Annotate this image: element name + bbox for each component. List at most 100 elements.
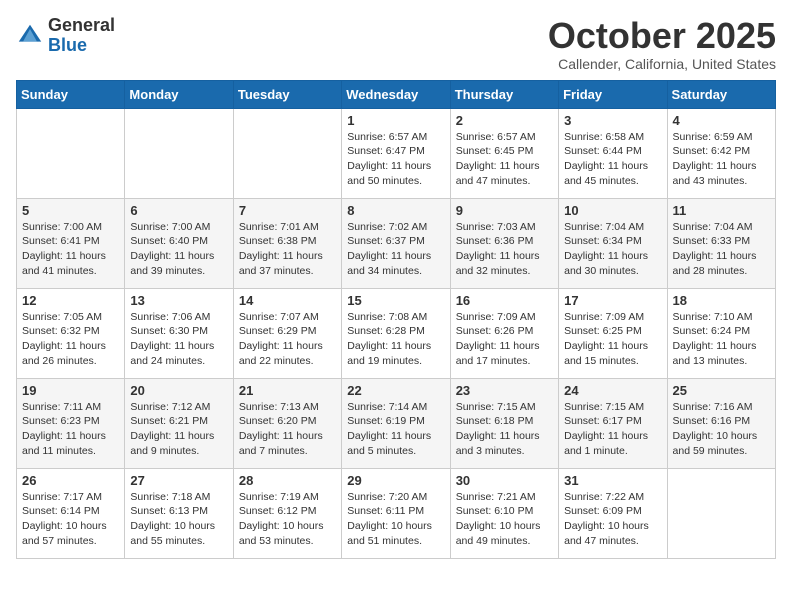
day-header-wednesday: Wednesday (342, 80, 450, 108)
day-number: 15 (347, 293, 444, 308)
day-info: Sunrise: 7:02 AM Sunset: 6:37 PM Dayligh… (347, 220, 444, 279)
calendar-week-1: 1 Sunrise: 6:57 AM Sunset: 6:47 PM Daylig… (17, 108, 776, 198)
calendar-cell: 8 Sunrise: 7:02 AM Sunset: 6:37 PM Daylig… (342, 198, 450, 288)
day-info: Sunrise: 7:18 AM Sunset: 6:13 PM Dayligh… (130, 490, 227, 549)
day-info: Sunrise: 7:12 AM Sunset: 6:21 PM Dayligh… (130, 400, 227, 459)
calendar-cell: 1 Sunrise: 6:57 AM Sunset: 6:47 PM Daylig… (342, 108, 450, 198)
day-info: Sunrise: 7:05 AM Sunset: 6:32 PM Dayligh… (22, 310, 119, 369)
calendar-cell: 16Sunrise: 7:09 AM Sunset: 6:26 PM Dayli… (450, 288, 558, 378)
calendar-cell: 5Sunrise: 7:00 AM Sunset: 6:41 PM Daylig… (17, 198, 125, 288)
day-number: 9 (456, 203, 553, 218)
calendar-cell: 4 Sunrise: 6:59 AM Sunset: 6:42 PM Daylig… (667, 108, 775, 198)
day-info: Sunrise: 7:19 AM Sunset: 6:12 PM Dayligh… (239, 490, 336, 549)
day-info: Sunrise: 7:04 AM Sunset: 6:34 PM Dayligh… (564, 220, 661, 279)
calendar-cell: 18Sunrise: 7:10 AM Sunset: 6:24 PM Dayli… (667, 288, 775, 378)
day-info: Sunrise: 7:01 AM Sunset: 6:38 PM Dayligh… (239, 220, 336, 279)
calendar-cell (667, 468, 775, 558)
title-block: October 2025 Callender, California, Unit… (548, 16, 776, 72)
day-number: 20 (130, 383, 227, 398)
day-info: Sunrise: 6:59 AM Sunset: 6:42 PM Dayligh… (673, 130, 770, 189)
day-info: Sunrise: 7:21 AM Sunset: 6:10 PM Dayligh… (456, 490, 553, 549)
calendar-cell (125, 108, 233, 198)
calendar-cell: 12 Sunrise: 7:05 AM Sunset: 6:32 PM Dayli… (17, 288, 125, 378)
day-header-monday: Monday (125, 80, 233, 108)
day-info: Sunrise: 7:20 AM Sunset: 6:11 PM Dayligh… (347, 490, 444, 549)
day-number: 28 (239, 473, 336, 488)
logo: General Blue (16, 16, 115, 56)
day-info: Sunrise: 6:58 AM Sunset: 6:44 PM Dayligh… (564, 130, 661, 189)
day-info: Sunrise: 7:11 AM Sunset: 6:23 PM Dayligh… (22, 400, 119, 459)
calendar-cell: 22 Sunrise: 7:14 AM Sunset: 6:19 PM Dayli… (342, 378, 450, 468)
calendar-week-3: 12 Sunrise: 7:05 AM Sunset: 6:32 PM Dayli… (17, 288, 776, 378)
day-number: 6 (130, 203, 227, 218)
day-info: Sunrise: 7:17 AM Sunset: 6:14 PM Dayligh… (22, 490, 119, 549)
calendar-cell: 19 Sunrise: 7:11 AM Sunset: 6:23 PM Dayli… (17, 378, 125, 468)
day-number: 14 (239, 293, 336, 308)
calendar-cell (17, 108, 125, 198)
day-info: Sunrise: 7:22 AM Sunset: 6:09 PM Dayligh… (564, 490, 661, 549)
day-info: Sunrise: 7:00 AM Sunset: 6:40 PM Dayligh… (130, 220, 227, 279)
calendar-cell: 24Sunrise: 7:15 AM Sunset: 6:17 PM Dayli… (559, 378, 667, 468)
calendar-cell: 30 Sunrise: 7:21 AM Sunset: 6:10 PM Dayli… (450, 468, 558, 558)
day-number: 3 (564, 113, 661, 128)
day-number: 1 (347, 113, 444, 128)
calendar-cell: 14 Sunrise: 7:07 AM Sunset: 6:29 PM Dayli… (233, 288, 341, 378)
day-header-saturday: Saturday (667, 80, 775, 108)
day-info: Sunrise: 7:08 AM Sunset: 6:28 PM Dayligh… (347, 310, 444, 369)
calendar-cell: 28 Sunrise: 7:19 AM Sunset: 6:12 PM Dayli… (233, 468, 341, 558)
calendar-week-4: 19 Sunrise: 7:11 AM Sunset: 6:23 PM Dayli… (17, 378, 776, 468)
calendar-cell: 25Sunrise: 7:16 AM Sunset: 6:16 PM Dayli… (667, 378, 775, 468)
calendar-cell: 10 Sunrise: 7:04 AM Sunset: 6:34 PM Dayli… (559, 198, 667, 288)
logo-icon (16, 22, 44, 50)
day-header-friday: Friday (559, 80, 667, 108)
day-header-thursday: Thursday (450, 80, 558, 108)
day-info: Sunrise: 7:00 AM Sunset: 6:41 PM Dayligh… (22, 220, 119, 279)
calendar-cell: 6 Sunrise: 7:00 AM Sunset: 6:40 PM Daylig… (125, 198, 233, 288)
day-number: 13 (130, 293, 227, 308)
day-number: 27 (130, 473, 227, 488)
calendar-cell: 15 Sunrise: 7:08 AM Sunset: 6:28 PM Dayli… (342, 288, 450, 378)
day-number: 8 (347, 203, 444, 218)
day-info: Sunrise: 7:09 AM Sunset: 6:26 PM Dayligh… (456, 310, 553, 369)
day-info: Sunrise: 7:07 AM Sunset: 6:29 PM Dayligh… (239, 310, 336, 369)
day-info: Sunrise: 7:04 AM Sunset: 6:33 PM Dayligh… (673, 220, 770, 279)
day-number: 24 (564, 383, 661, 398)
calendar-cell: 20 Sunrise: 7:12 AM Sunset: 6:21 PM Dayli… (125, 378, 233, 468)
logo-text: General Blue (48, 16, 115, 56)
day-header-tuesday: Tuesday (233, 80, 341, 108)
day-info: Sunrise: 7:13 AM Sunset: 6:20 PM Dayligh… (239, 400, 336, 459)
day-number: 19 (22, 383, 119, 398)
day-info: Sunrise: 7:06 AM Sunset: 6:30 PM Dayligh… (130, 310, 227, 369)
day-number: 22 (347, 383, 444, 398)
calendar-cell: 13 Sunrise: 7:06 AM Sunset: 6:30 PM Dayli… (125, 288, 233, 378)
day-number: 26 (22, 473, 119, 488)
day-number: 12 (22, 293, 119, 308)
calendar-week-2: 5Sunrise: 7:00 AM Sunset: 6:41 PM Daylig… (17, 198, 776, 288)
day-number: 10 (564, 203, 661, 218)
calendar-cell: 3 Sunrise: 6:58 AM Sunset: 6:44 PM Daylig… (559, 108, 667, 198)
day-number: 23 (456, 383, 553, 398)
day-info: Sunrise: 7:09 AM Sunset: 6:25 PM Dayligh… (564, 310, 661, 369)
day-info: Sunrise: 7:14 AM Sunset: 6:19 PM Dayligh… (347, 400, 444, 459)
calendar-cell: 17Sunrise: 7:09 AM Sunset: 6:25 PM Dayli… (559, 288, 667, 378)
calendar-cell (233, 108, 341, 198)
day-number: 30 (456, 473, 553, 488)
day-info: Sunrise: 7:10 AM Sunset: 6:24 PM Dayligh… (673, 310, 770, 369)
calendar-cell: 11 Sunrise: 7:04 AM Sunset: 6:33 PM Dayli… (667, 198, 775, 288)
day-info: Sunrise: 7:03 AM Sunset: 6:36 PM Dayligh… (456, 220, 553, 279)
calendar-cell: 23 Sunrise: 7:15 AM Sunset: 6:18 PM Dayli… (450, 378, 558, 468)
day-header-sunday: Sunday (17, 80, 125, 108)
day-number: 11 (673, 203, 770, 218)
calendar-cell: 9 Sunrise: 7:03 AM Sunset: 6:36 PM Daylig… (450, 198, 558, 288)
page-header: General Blue October 2025 Callender, Cal… (16, 16, 776, 72)
day-number: 29 (347, 473, 444, 488)
calendar-cell: 2Sunrise: 6:57 AM Sunset: 6:45 PM Daylig… (450, 108, 558, 198)
day-info: Sunrise: 7:15 AM Sunset: 6:18 PM Dayligh… (456, 400, 553, 459)
day-number: 21 (239, 383, 336, 398)
calendar-header-row: SundayMondayTuesdayWednesdayThursdayFrid… (17, 80, 776, 108)
calendar-cell: 27 Sunrise: 7:18 AM Sunset: 6:13 PM Dayli… (125, 468, 233, 558)
calendar-week-5: 26 Sunrise: 7:17 AM Sunset: 6:14 PM Dayli… (17, 468, 776, 558)
day-number: 31 (564, 473, 661, 488)
day-number: 4 (673, 113, 770, 128)
day-info: Sunrise: 6:57 AM Sunset: 6:47 PM Dayligh… (347, 130, 444, 189)
